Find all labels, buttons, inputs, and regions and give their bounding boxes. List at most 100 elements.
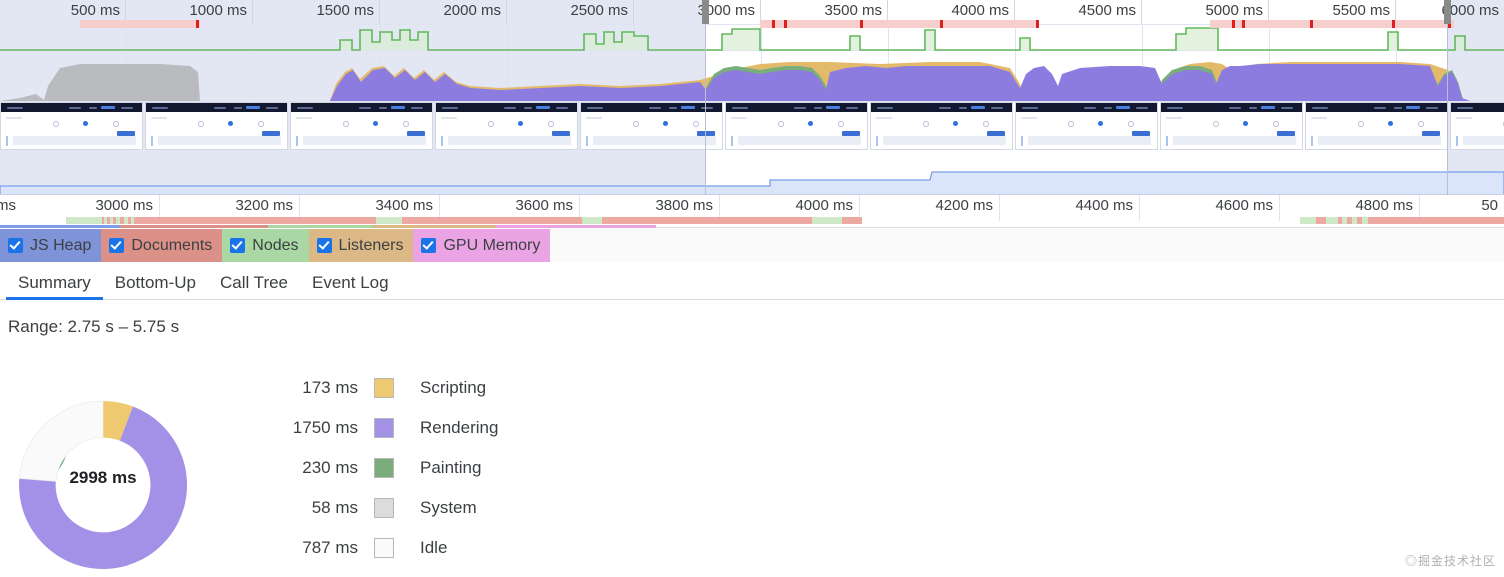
counter-toggle-nodes[interactable]: Nodes [222, 229, 309, 262]
checkbox-icon[interactable] [8, 238, 23, 253]
network-request-bar [80, 20, 200, 28]
network-error-mark [1310, 20, 1313, 28]
network-request-bar [1210, 20, 1454, 28]
legend-label: System [420, 498, 477, 517]
checkbox-icon[interactable] [316, 238, 332, 253]
track-color-bar [268, 225, 372, 228]
network-error-mark [1242, 20, 1245, 28]
activity-donut-chart: 2998 ms [8, 394, 198, 576]
legend-value: 787 ms [302, 538, 358, 557]
selection-handle-right[interactable] [1444, 0, 1451, 24]
watermark: ◎掘金技术社区 [1404, 554, 1496, 568]
counter-label: Listeners [338, 236, 404, 254]
activity-strip-red [1368, 217, 1504, 224]
filmstrip-frame[interactable] [145, 102, 288, 150]
legend-row[interactable]: 230 ms Painting [270, 448, 498, 488]
filmstrip-track[interactable] [0, 102, 1504, 150]
ruler-tick-label: 2000 ms [443, 2, 501, 19]
tab-call-tree[interactable]: Call Tree [208, 274, 300, 299]
activity-strip-green [582, 217, 602, 224]
ruler2-tick-label: 4600 ms [1215, 197, 1273, 214]
ruler2-tick-label: 4800 ms [1355, 197, 1413, 214]
ruler2-tick-label: 4200 ms [935, 197, 993, 214]
memory-counters-chart [0, 171, 1504, 195]
donut-total-label: 2998 ms [69, 468, 137, 487]
detail-timeline-ruler[interactable]: ms 3000 ms 3200 ms 3400 ms 3600 ms 3800 … [0, 195, 1504, 228]
ruler2-tick-label: 4400 ms [1075, 197, 1133, 214]
filmstrip-frame[interactable] [870, 102, 1013, 150]
tab-label: Event Log [312, 273, 389, 292]
ruler2-tick-label: 3400 ms [375, 197, 433, 214]
activity-strip-green [812, 217, 842, 224]
ruler-tick-label: 1500 ms [316, 2, 374, 19]
activity-strip-green [376, 217, 402, 224]
checkbox-icon[interactable] [230, 238, 246, 253]
filmstrip-frame[interactable] [1160, 102, 1303, 150]
detail-view-tabs: Summary Bottom-Up Call Tree Event Log [0, 262, 1504, 300]
activity-strip-green [66, 217, 102, 224]
filmstrip-frame[interactable] [0, 102, 143, 150]
legend-row[interactable]: 787 ms Idle [270, 528, 498, 568]
ruler-tick-label: 1000 ms [189, 2, 247, 19]
network-error-mark [196, 20, 199, 28]
counter-label: GPU Memory [443, 236, 541, 254]
checkbox-icon[interactable] [421, 238, 437, 253]
legend-value: 1750 ms [292, 418, 358, 437]
range-label: Range: 2.75 s – 5.75 s [8, 317, 180, 336]
tab-summary[interactable]: Summary [6, 273, 103, 300]
filmstrip-frame[interactable] [1015, 102, 1158, 150]
legend-value: 230 ms [302, 458, 358, 477]
ruler2-tick-label: 50 [1481, 197, 1498, 214]
selection-edge-left [705, 24, 706, 195]
tab-event-log[interactable]: Event Log [300, 274, 401, 299]
filmstrip-frame[interactable] [725, 102, 868, 150]
activity-legend: 173 ms Scripting 1750 ms Rendering 230 m… [270, 368, 498, 568]
legend-swatch-painting [374, 458, 394, 478]
network-error-mark [940, 20, 943, 28]
legend-label: Scripting [420, 378, 487, 397]
filmstrip-frame[interactable] [435, 102, 578, 150]
ruler-tick-label: 5000 ms [1205, 2, 1263, 19]
checkbox-icon[interactable] [109, 238, 125, 253]
timeline-overview[interactable]: 500 ms 1000 ms 1500 ms 2000 ms 2500 ms 3… [0, 0, 1504, 195]
counters-spacer [550, 229, 1504, 262]
filmstrip-frame[interactable] [1305, 102, 1448, 150]
track-color-bar [372, 225, 496, 228]
legend-row[interactable]: 58 ms System [270, 488, 498, 528]
selection-edge-right [1447, 24, 1448, 195]
counter-label: Nodes [252, 236, 299, 254]
selection-handle-left[interactable] [702, 0, 709, 24]
counter-label: Documents [131, 236, 213, 254]
track-color-bar [120, 225, 268, 228]
counter-toggle-listeners[interactable]: Listeners [308, 229, 414, 262]
cpu-activity-track [0, 62, 1470, 101]
filmstrip-frame[interactable] [1450, 102, 1504, 150]
network-error-mark [860, 20, 863, 28]
filmstrip-frame[interactable] [580, 102, 723, 150]
tab-bottom-up[interactable]: Bottom-Up [103, 274, 208, 299]
tab-label: Summary [18, 273, 91, 292]
legend-label: Rendering [420, 418, 499, 437]
ruler2-tick-label: 3200 ms [235, 197, 293, 214]
counter-toggle-documents[interactable]: Documents [101, 229, 223, 262]
track-color-bar [0, 225, 120, 228]
ruler2-tick-label: 3600 ms [515, 197, 573, 214]
counter-toggle-js-heap[interactable]: JS Heap [0, 229, 102, 262]
legend-row[interactable]: 1750 ms Rendering [270, 408, 498, 448]
counter-label: JS Heap [30, 236, 92, 254]
legend-row[interactable]: 173 ms Scripting [270, 368, 498, 408]
activity-strip-red [134, 217, 376, 224]
legend-label: Idle [420, 538, 448, 557]
devtools-performance-panel: 500 ms 1000 ms 1500 ms 2000 ms 2500 ms 3… [0, 0, 1504, 577]
tab-label: Call Tree [219, 273, 289, 292]
legend-label: Painting [420, 458, 482, 477]
memory-counter-toggles: JS Heap Documents Nodes Listeners GPU Me… [0, 229, 1504, 262]
activity-strip-red [1316, 217, 1326, 224]
ruler-tick-label: 4000 ms [951, 2, 1009, 19]
legend-swatch-rendering [374, 418, 394, 438]
ruler2-tick-label: 3000 ms [95, 197, 153, 214]
counter-toggle-gpu-memory[interactable]: GPU Memory [413, 229, 551, 262]
network-error-mark [772, 20, 775, 28]
network-error-mark [1036, 20, 1039, 28]
filmstrip-frame[interactable] [290, 102, 433, 150]
